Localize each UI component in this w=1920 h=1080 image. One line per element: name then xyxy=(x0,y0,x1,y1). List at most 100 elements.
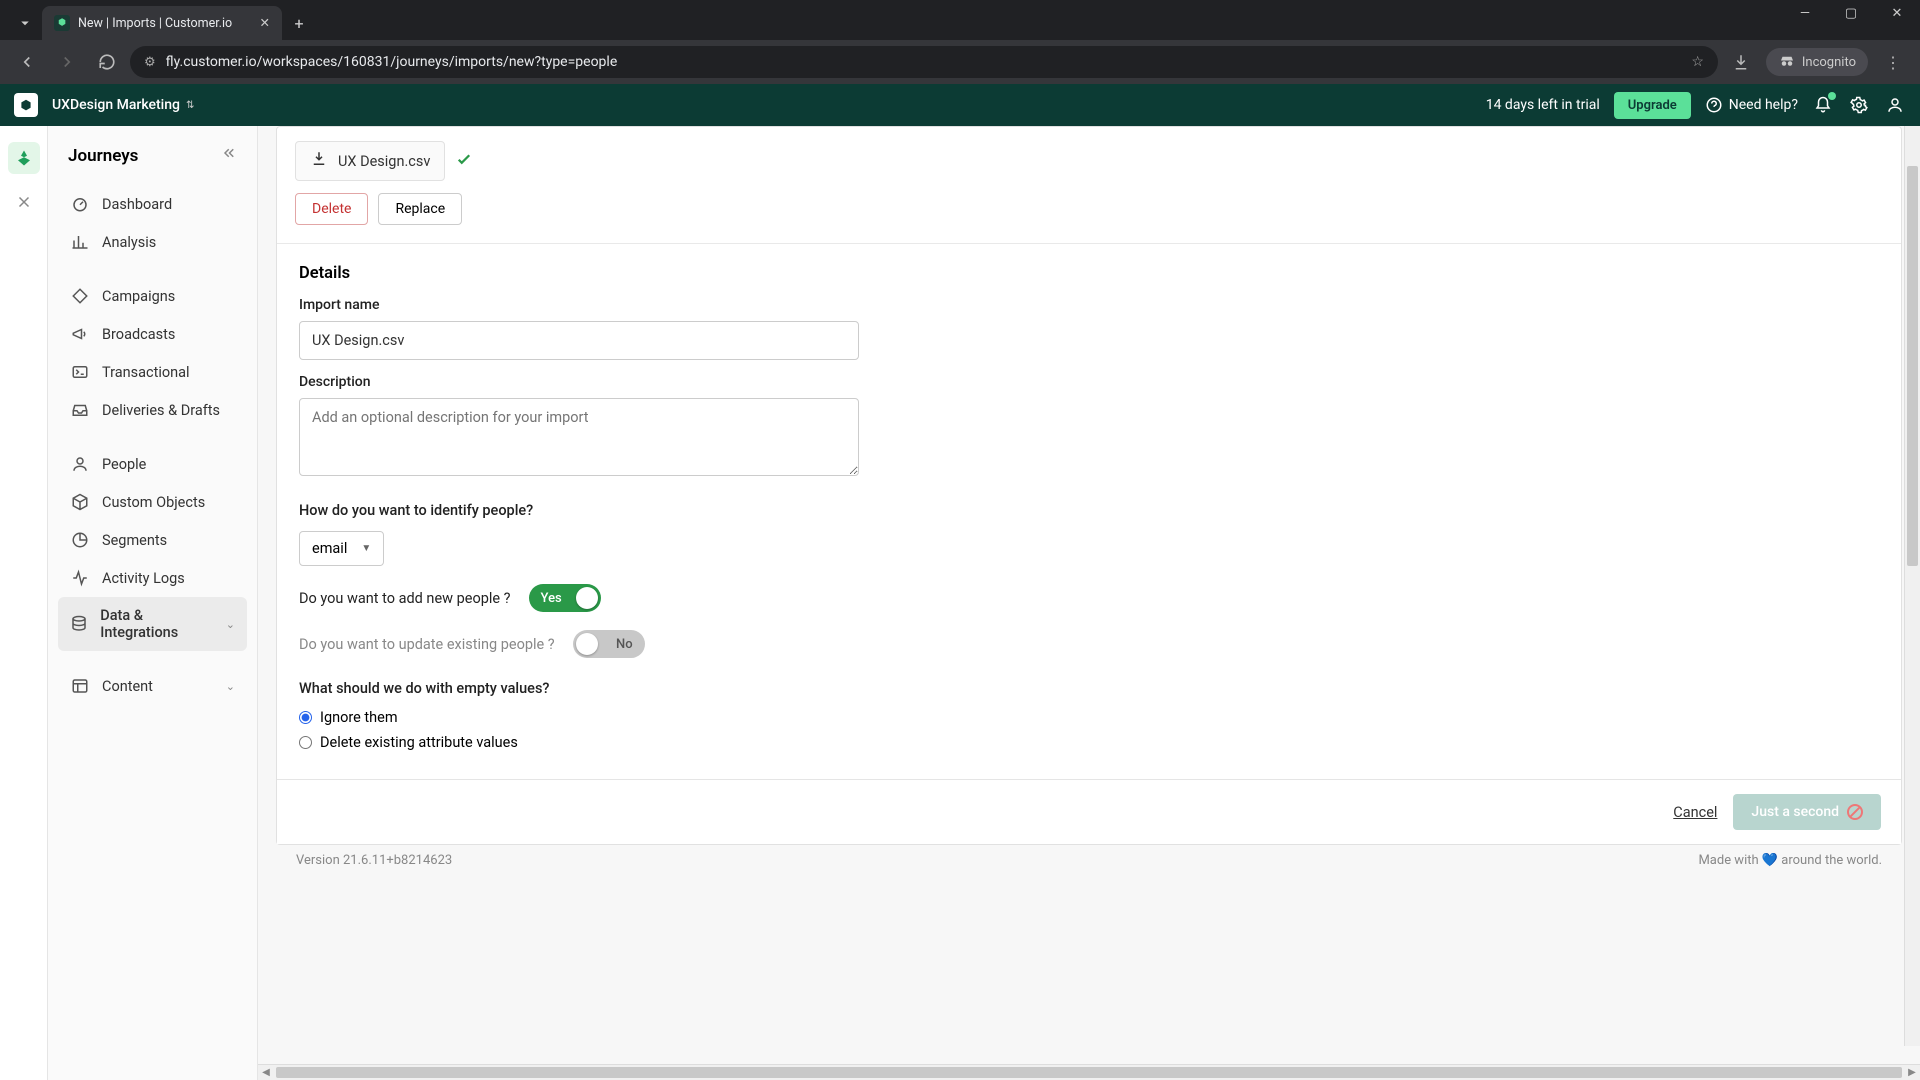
browser-tabstrip: ⬢ New | Imports | Customer.io ✕ + — ▢ ✕ xyxy=(0,0,1920,40)
sidebar-item-content[interactable]: Content ⌄ xyxy=(58,667,247,705)
browser-menu-icon[interactable]: ⋮ xyxy=(1876,45,1910,79)
megaphone-icon xyxy=(70,325,90,343)
sidebar-item-transactional[interactable]: Transactional xyxy=(58,353,247,391)
sidebar-item-people[interactable]: People xyxy=(58,445,247,483)
delete-button[interactable]: Delete xyxy=(295,193,368,225)
forward-button[interactable] xyxy=(50,45,84,79)
description-input[interactable] xyxy=(299,398,859,476)
back-button[interactable] xyxy=(10,45,44,79)
sidebar: Journeys Dashboard Analysis Campaigns Br… xyxy=(48,126,258,1080)
downloads-icon[interactable] xyxy=(1724,45,1758,79)
app-header: ⬢ UXDesign Marketing ⇅ 14 days left in t… xyxy=(0,84,1920,126)
file-name: UX Design.csv xyxy=(338,153,430,170)
favicon-icon: ⬢ xyxy=(54,15,70,31)
sidebar-item-campaigns[interactable]: Campaigns xyxy=(58,277,247,315)
cube-icon xyxy=(70,493,90,511)
workspace-switcher[interactable]: UXDesign Marketing ⇅ xyxy=(52,97,194,113)
trial-text: 14 days left in trial xyxy=(1486,97,1600,113)
update-people-toggle[interactable]: No xyxy=(573,630,645,658)
reload-button[interactable] xyxy=(90,45,124,79)
gauge-icon xyxy=(70,195,90,213)
made-with-text: Made with 💙 around the world. xyxy=(1698,853,1882,868)
radio-ignore-input[interactable] xyxy=(299,711,312,724)
chevron-down-icon: ⌄ xyxy=(226,680,235,693)
cancel-button[interactable]: Cancel xyxy=(1673,804,1717,821)
help-button[interactable]: Need help? xyxy=(1705,94,1798,116)
segment-icon xyxy=(70,531,90,549)
import-name-input[interactable] xyxy=(299,321,859,360)
caret-down-icon: ▼ xyxy=(361,543,371,554)
add-people-label: Do you want to add new people ? xyxy=(299,590,511,607)
sidebar-item-dashboard[interactable]: Dashboard xyxy=(58,185,247,223)
main-content: UX Design.csv Delete Replace Details Imp… xyxy=(258,126,1920,1080)
horizontal-scrollbar[interactable]: ◀ ▶ xyxy=(258,1064,1920,1080)
scroll-right-arrow[interactable]: ▶ xyxy=(1904,1067,1920,1078)
chart-icon xyxy=(70,233,90,251)
radio-delete-values[interactable]: Delete existing attribute values xyxy=(299,734,1879,751)
activity-icon xyxy=(70,569,90,587)
update-people-label: Do you want to update existing people ? xyxy=(299,636,555,653)
tab-close-icon[interactable]: ✕ xyxy=(260,15,270,31)
close-window-button[interactable]: ✕ xyxy=(1874,6,1920,21)
url-text: fly.customer.io/workspaces/160831/journe… xyxy=(166,54,618,70)
browser-tab[interactable]: ⬢ New | Imports | Customer.io ✕ xyxy=(42,6,282,40)
address-bar[interactable]: ⚙ fly.customer.io/workspaces/160831/jour… xyxy=(130,46,1718,78)
description-label: Description xyxy=(299,374,1879,390)
sidebar-title: Journeys xyxy=(68,146,138,166)
sidebar-item-deliveries[interactable]: Deliveries & Drafts xyxy=(58,391,247,429)
incognito-badge[interactable]: Incognito xyxy=(1766,48,1868,76)
sidebar-item-segments[interactable]: Segments xyxy=(58,521,247,559)
chevron-down-icon: ⌄ xyxy=(226,618,235,631)
sidebar-item-analysis[interactable]: Analysis xyxy=(58,223,247,261)
bookmark-icon[interactable]: ☆ xyxy=(1691,54,1704,70)
rail-other[interactable] xyxy=(8,186,40,218)
sidebar-item-data-integrations[interactable]: Data & Integrations ⌄ xyxy=(58,597,247,651)
database-icon xyxy=(70,615,88,633)
identify-select[interactable]: email ▼ xyxy=(299,531,384,566)
next-button-disabled: Just a second xyxy=(1733,794,1881,830)
details-heading: Details xyxy=(299,264,1879,283)
check-icon xyxy=(455,149,473,173)
terminal-icon xyxy=(70,363,90,381)
window-controls: — ▢ ✕ xyxy=(1782,0,1920,40)
forbidden-icon xyxy=(1847,804,1863,820)
version-text: Version 21.6.11+b8214623 xyxy=(296,853,452,868)
page-footer: Version 21.6.11+b8214623 Made with 💙 aro… xyxy=(276,845,1902,872)
empty-values-question: What should we do with empty values? xyxy=(299,680,1879,697)
profile-icon[interactable] xyxy=(1884,94,1906,116)
new-tab-button[interactable]: + xyxy=(282,6,316,40)
browser-toolbar: ⚙ fly.customer.io/workspaces/160831/jour… xyxy=(0,40,1920,84)
people-icon xyxy=(70,455,90,473)
radio-ignore[interactable]: Ignore them xyxy=(299,709,1879,726)
sidebar-item-broadcasts[interactable]: Broadcasts xyxy=(58,315,247,353)
uploaded-file-section: UX Design.csv Delete Replace xyxy=(277,127,1901,243)
app-logo-icon[interactable]: ⬢ xyxy=(14,93,38,117)
sidebar-item-custom-objects[interactable]: Custom Objects xyxy=(58,483,247,521)
minimize-button[interactable]: — xyxy=(1782,6,1828,21)
file-chip: UX Design.csv xyxy=(295,141,445,181)
file-download-icon xyxy=(310,150,328,172)
inbox-icon xyxy=(70,401,90,419)
upgrade-button[interactable]: Upgrade xyxy=(1614,92,1691,119)
collapse-sidebar-icon[interactable] xyxy=(219,144,237,167)
identify-question: How do you want to identify people? xyxy=(299,502,1879,519)
import-name-label: Import name xyxy=(299,297,1879,313)
layout-icon xyxy=(70,677,90,695)
radio-delete-input[interactable] xyxy=(299,736,312,749)
vscroll-thumb[interactable] xyxy=(1907,166,1918,566)
settings-icon[interactable] xyxy=(1848,94,1870,116)
site-info-icon[interactable]: ⚙ xyxy=(144,55,156,70)
maximize-button[interactable]: ▢ xyxy=(1828,6,1874,21)
add-people-toggle[interactable]: Yes xyxy=(529,584,601,612)
product-rail xyxy=(0,126,48,1080)
tag-icon xyxy=(70,287,90,305)
tab-search-dropdown[interactable] xyxy=(8,6,42,40)
chevron-updown-icon: ⇅ xyxy=(186,100,194,111)
sidebar-item-activity-logs[interactable]: Activity Logs xyxy=(58,559,247,597)
vertical-scrollbar[interactable] xyxy=(1904,126,1920,1046)
replace-button[interactable]: Replace xyxy=(378,193,462,225)
scroll-left-arrow[interactable]: ◀ xyxy=(258,1067,274,1078)
notifications-icon[interactable] xyxy=(1812,94,1834,116)
hscroll-thumb[interactable] xyxy=(276,1067,1902,1078)
rail-journeys[interactable] xyxy=(8,142,40,174)
